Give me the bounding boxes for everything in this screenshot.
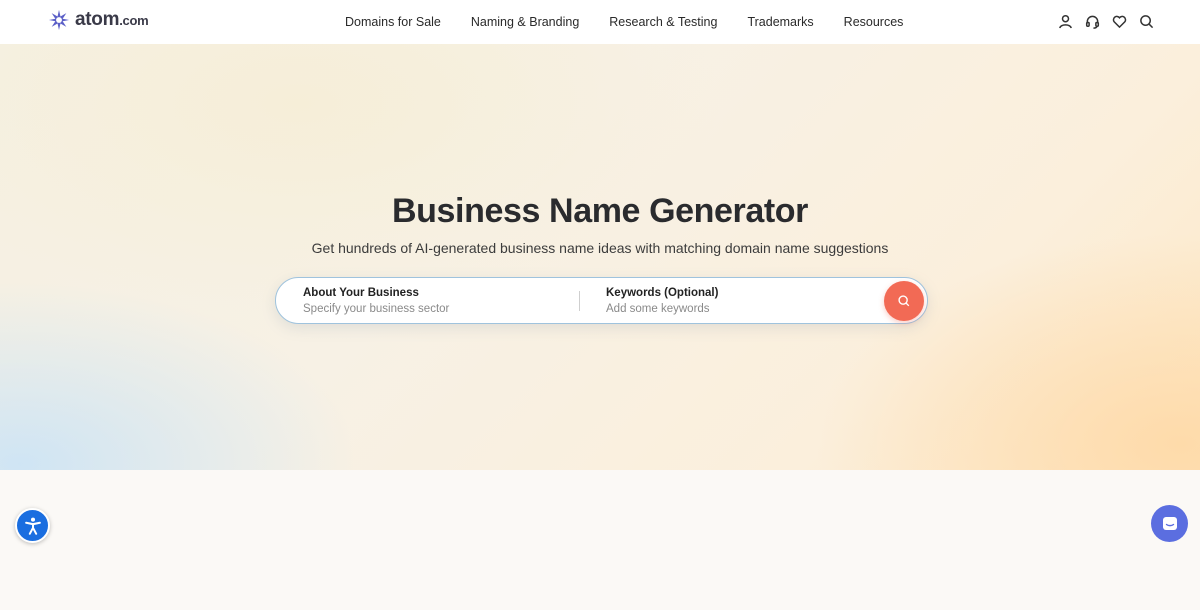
page-title: Business Name Generator: [392, 192, 808, 230]
atom-star-logo-icon: [48, 9, 70, 31]
page-subtitle: Get hundreds of AI-generated business na…: [311, 240, 889, 256]
nav-trademarks[interactable]: Trademarks: [732, 15, 828, 29]
brand-name: atom.com: [75, 9, 149, 30]
site-header: atom.com Domains for Sale Naming & Brand…: [0, 0, 1200, 44]
nav-resources[interactable]: Resources: [829, 15, 919, 29]
headset-icon[interactable]: [1084, 12, 1100, 30]
chat-icon: [1162, 516, 1177, 530]
nav-domains-for-sale[interactable]: Domains for Sale: [330, 15, 456, 29]
field-divider: [579, 291, 580, 311]
accessibility-icon: [24, 517, 41, 535]
header-actions: [1057, 12, 1154, 30]
keywords-field-label: Keywords (Optional): [606, 287, 719, 299]
main-nav: Domains for Sale Naming & Branding Resea…: [330, 0, 918, 44]
business-input[interactable]: [303, 301, 563, 317]
hero-section: [0, 44, 1200, 470]
lower-section: [0, 470, 1200, 610]
generate-search-button[interactable]: [884, 281, 924, 321]
heart-icon[interactable]: [1111, 12, 1127, 30]
nav-naming-branding[interactable]: Naming & Branding: [456, 15, 594, 29]
nav-research-testing[interactable]: Research & Testing: [594, 15, 732, 29]
name-generator-search-bar: About Your Business Keywords (Optional): [275, 277, 928, 324]
chat-launcher-button[interactable]: [1151, 505, 1188, 542]
keywords-field: Keywords (Optional): [606, 286, 876, 317]
search-icon: [898, 295, 910, 307]
business-field: About Your Business: [303, 286, 573, 317]
atom-logo[interactable]: atom.com: [48, 9, 149, 31]
accessibility-button[interactable]: [15, 508, 50, 543]
keywords-input[interactable]: [606, 301, 866, 317]
search-icon[interactable]: [1138, 12, 1154, 30]
user-icon[interactable]: [1057, 12, 1073, 30]
business-field-label: About Your Business: [303, 287, 419, 299]
